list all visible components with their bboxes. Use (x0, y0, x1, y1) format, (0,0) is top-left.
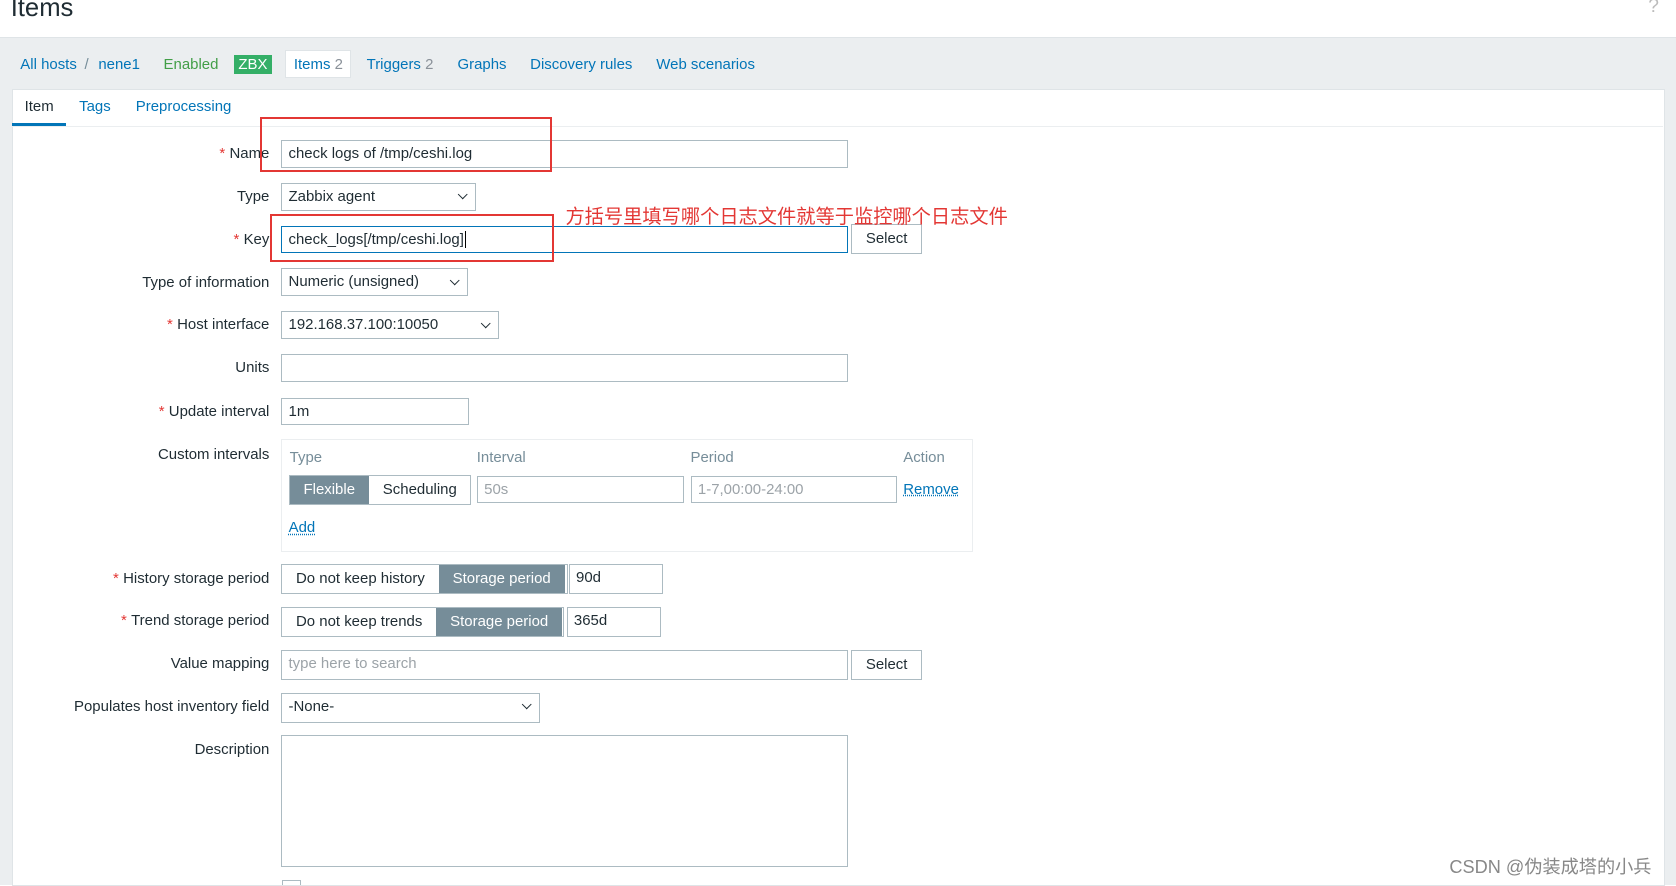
host-interface-label: * Host interface (167, 316, 270, 334)
zbx-badge: ZBX (234, 54, 272, 74)
nav-items-label: Items (293, 55, 331, 73)
history-label: * History storage period (112, 569, 270, 587)
triggers-count: 2 (425, 55, 434, 73)
highlight-box-key (270, 213, 555, 262)
nav-triggers[interactable]: Triggers 2 (367, 56, 434, 73)
period-input[interactable]: 1-7,00:00-24:00 (690, 475, 897, 504)
value-mapping-select-button[interactable]: Select (850, 649, 923, 680)
history-input[interactable]: 90d (568, 564, 663, 595)
inventory-select[interactable]: -None- (281, 692, 540, 723)
nav-graphs[interactable]: Graphs (457, 56, 506, 73)
status-enabled[interactable]: Enabled (164, 56, 219, 73)
header-type: Type (289, 448, 323, 466)
inventory-label: Populates host inventory field (74, 697, 270, 715)
description-textarea[interactable] (281, 735, 848, 867)
value-mapping-label: Value mapping (170, 655, 270, 673)
annotation-text: 方括号里填写哪个日志文件就等于监控哪个日志文件 (565, 206, 1008, 228)
tab-tags[interactable]: Tags (79, 98, 111, 115)
type-of-information-label: Type of information (142, 273, 270, 291)
trend-label: * Trend storage period (121, 612, 270, 630)
header-period: Period (690, 448, 734, 466)
trend-toggle: Do not keep trends Storage period (281, 607, 565, 638)
units-input[interactable] (281, 353, 848, 382)
key-select-button[interactable]: Select (850, 224, 923, 255)
header-interval: Interval (476, 448, 526, 466)
trend-storage-period-option[interactable]: Storage period (436, 608, 563, 637)
page-title: Items (10, 0, 74, 22)
update-interval-input[interactable]: 1m (281, 397, 470, 426)
units-label: Units (235, 359, 270, 377)
highlight-box-name (259, 116, 553, 172)
nav-web-scenarios[interactable]: Web scenarios (656, 56, 755, 73)
breadcrumb-all-hosts[interactable]: All hosts (20, 56, 77, 73)
scheduling-option[interactable]: Scheduling (369, 476, 471, 504)
breadcrumb-host[interactable]: nene1 (98, 56, 140, 73)
type-of-information-select[interactable]: Numeric (unsigned) (281, 268, 469, 297)
checkbox[interactable] (282, 879, 302, 885)
key-label: * Key (233, 230, 270, 248)
type-select[interactable]: Zabbix agent (281, 182, 476, 211)
trend-input[interactable]: 365d (566, 607, 661, 638)
do-not-keep-history-option[interactable]: Do not keep history (282, 565, 439, 593)
help-icon[interactable]: ? (1648, 0, 1659, 18)
items-count: 2 (334, 55, 343, 73)
do-not-keep-trends-option[interactable]: Do not keep trends (282, 608, 436, 636)
description-label: Description (194, 740, 270, 758)
interval-type-toggle: Flexible Scheduling (288, 474, 472, 505)
interval-input[interactable]: 50s (476, 475, 685, 504)
nav-triggers-label: Triggers (366, 55, 421, 73)
host-interface-select[interactable]: 192.168.37.100:10050 (281, 311, 500, 339)
remove-link[interactable]: Remove (903, 481, 959, 498)
value-mapping-input[interactable]: type here to search (281, 649, 848, 680)
watermark: CSDN @伪装成塔的小兵 (1449, 856, 1652, 877)
custom-intervals-label: Custom intervals (158, 445, 270, 463)
history-storage-period-option[interactable]: Storage period (438, 565, 565, 594)
breadcrumb-separator: / (84, 55, 89, 73)
add-link[interactable]: Add (289, 519, 316, 536)
tab-preprocessing[interactable]: Preprocessing (136, 98, 232, 115)
nav-discovery-rules[interactable]: Discovery rules (530, 56, 632, 73)
type-label: Type (236, 188, 270, 206)
nav-items[interactable]: Items 2 (285, 50, 352, 78)
page: Items ? All hosts / nene1 Enabled ZBX It… (0, 0, 1676, 886)
header-action: Action (903, 448, 945, 466)
flexible-option[interactable]: Flexible (289, 475, 369, 504)
tab-item[interactable]: Item (25, 98, 54, 115)
update-interval-label: * Update interval (158, 402, 270, 420)
history-toggle: Do not keep history Storage period (281, 564, 568, 595)
